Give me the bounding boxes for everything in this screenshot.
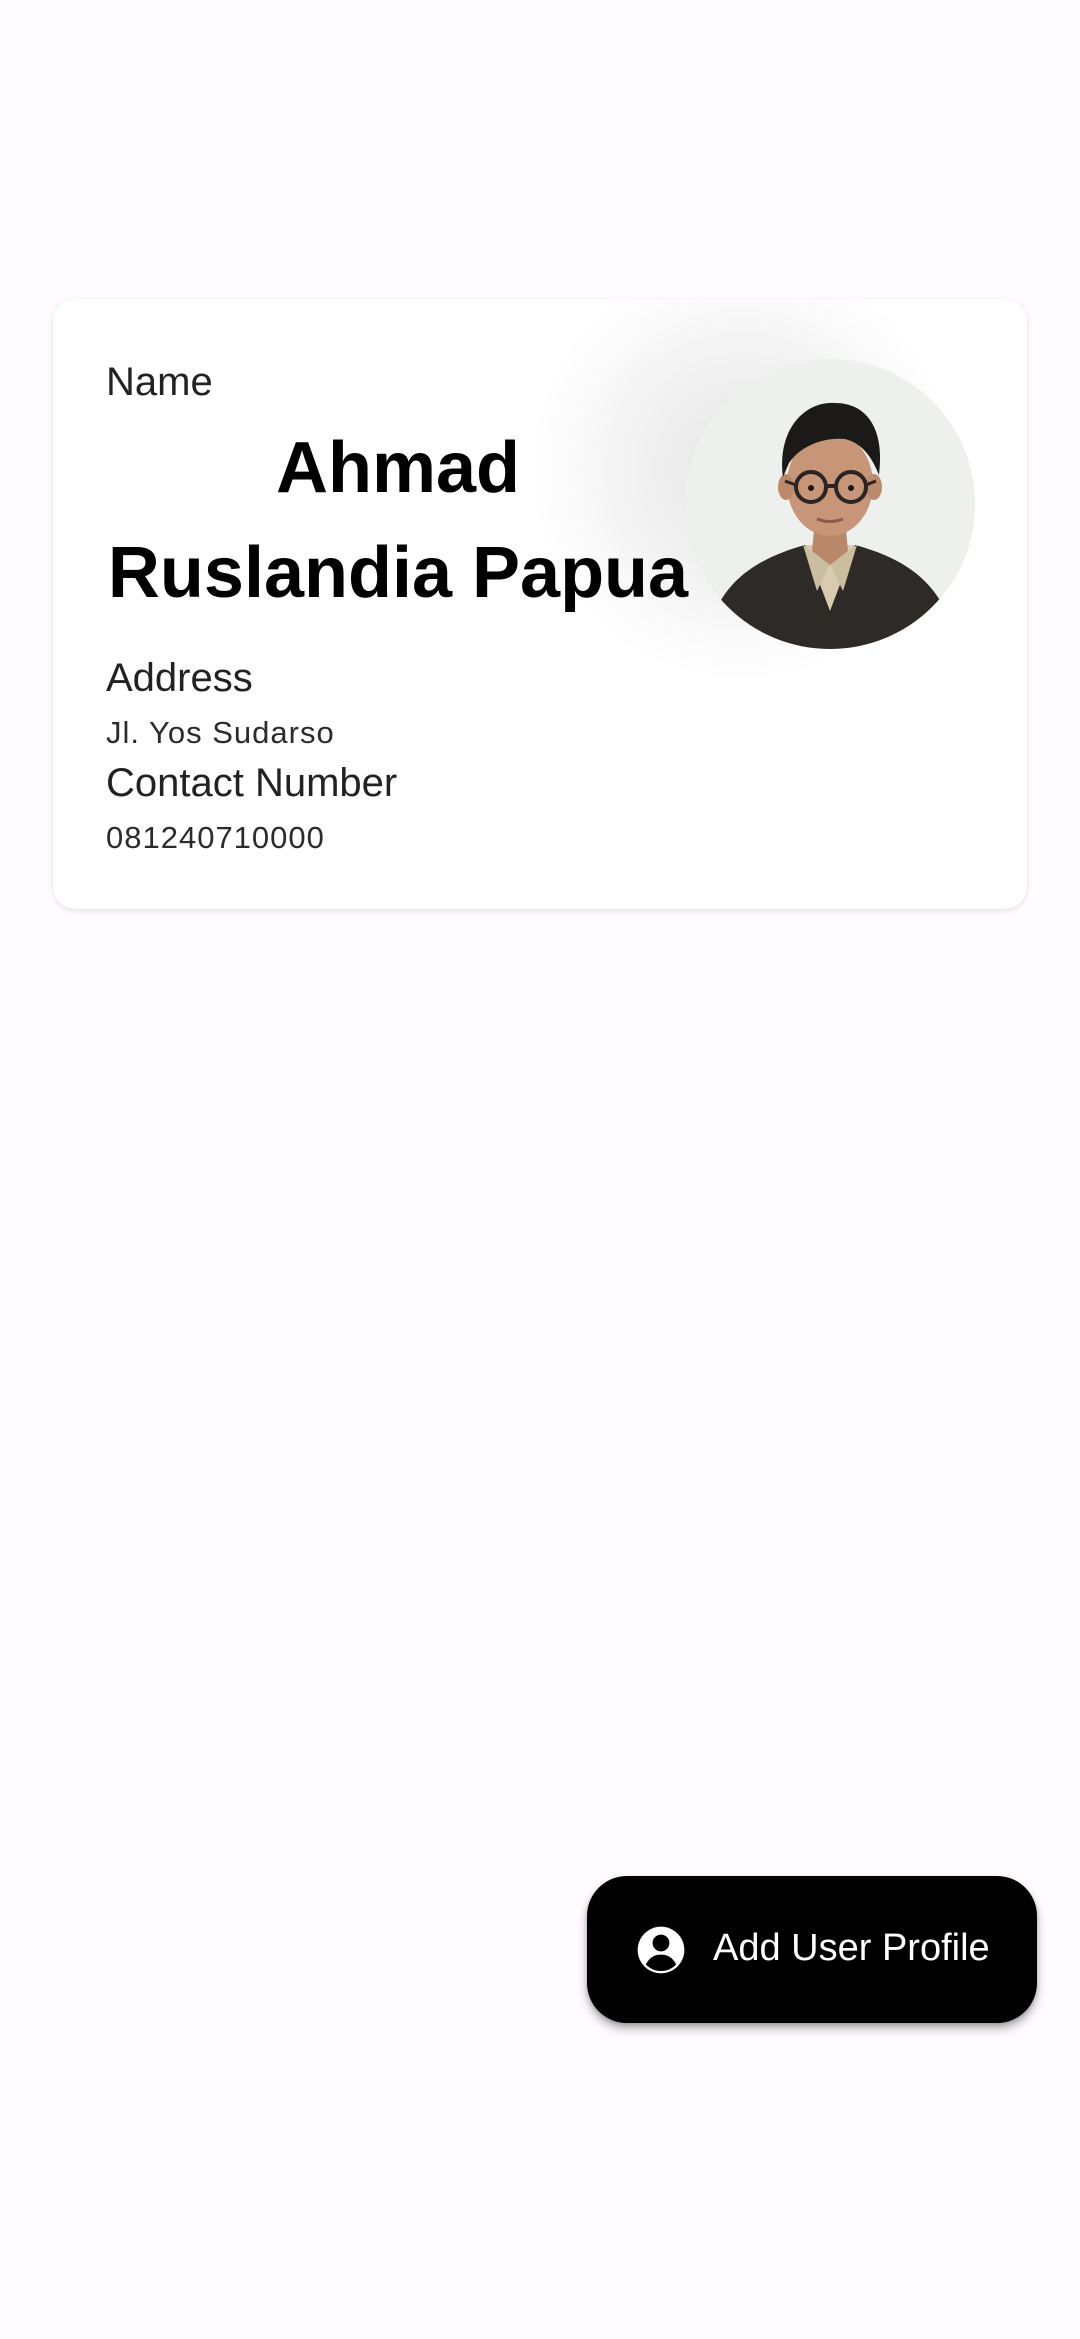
add-user-profile-button[interactable]: Add User Profile [587,1876,1037,2023]
profile-photo [685,359,975,649]
contact-number-label: Contact Number [106,761,398,805]
profile-photo-image [685,359,975,649]
contact-number-value: 081240710000 [106,820,325,855]
account-circle-icon [637,1926,685,1974]
address-label: Address [106,656,253,700]
add-user-profile-label: Add User Profile [713,1927,990,1969]
address-value: Jl. Yos Sudarso [106,715,335,750]
full-name: Ahmad Ruslandia Papua [107,428,689,613]
profile-card: Name Ahmad Ruslandia Papua Address Jl. Y… [53,299,1027,909]
name-label: Name [106,360,213,404]
